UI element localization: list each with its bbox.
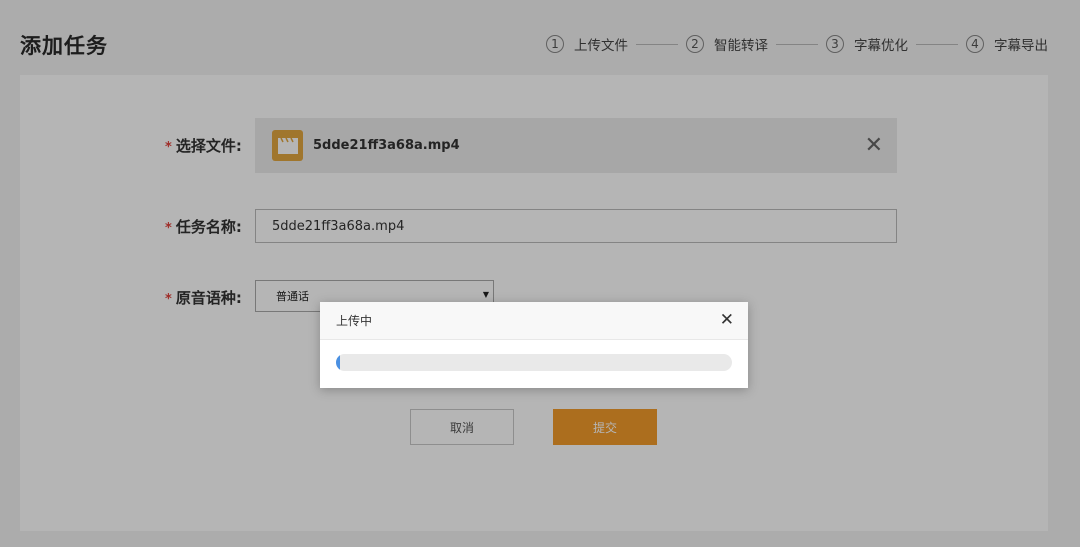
modal-close-icon[interactable]: ✕ bbox=[720, 310, 734, 330]
upload-progress-bar bbox=[336, 354, 732, 371]
modal-title: 上传中 bbox=[336, 314, 373, 328]
upload-modal: 上传中 ✕ bbox=[320, 302, 748, 388]
modal-overlay bbox=[0, 0, 1080, 547]
upload-progress-fill bbox=[336, 354, 340, 371]
modal-header: 上传中 ✕ bbox=[320, 302, 748, 340]
